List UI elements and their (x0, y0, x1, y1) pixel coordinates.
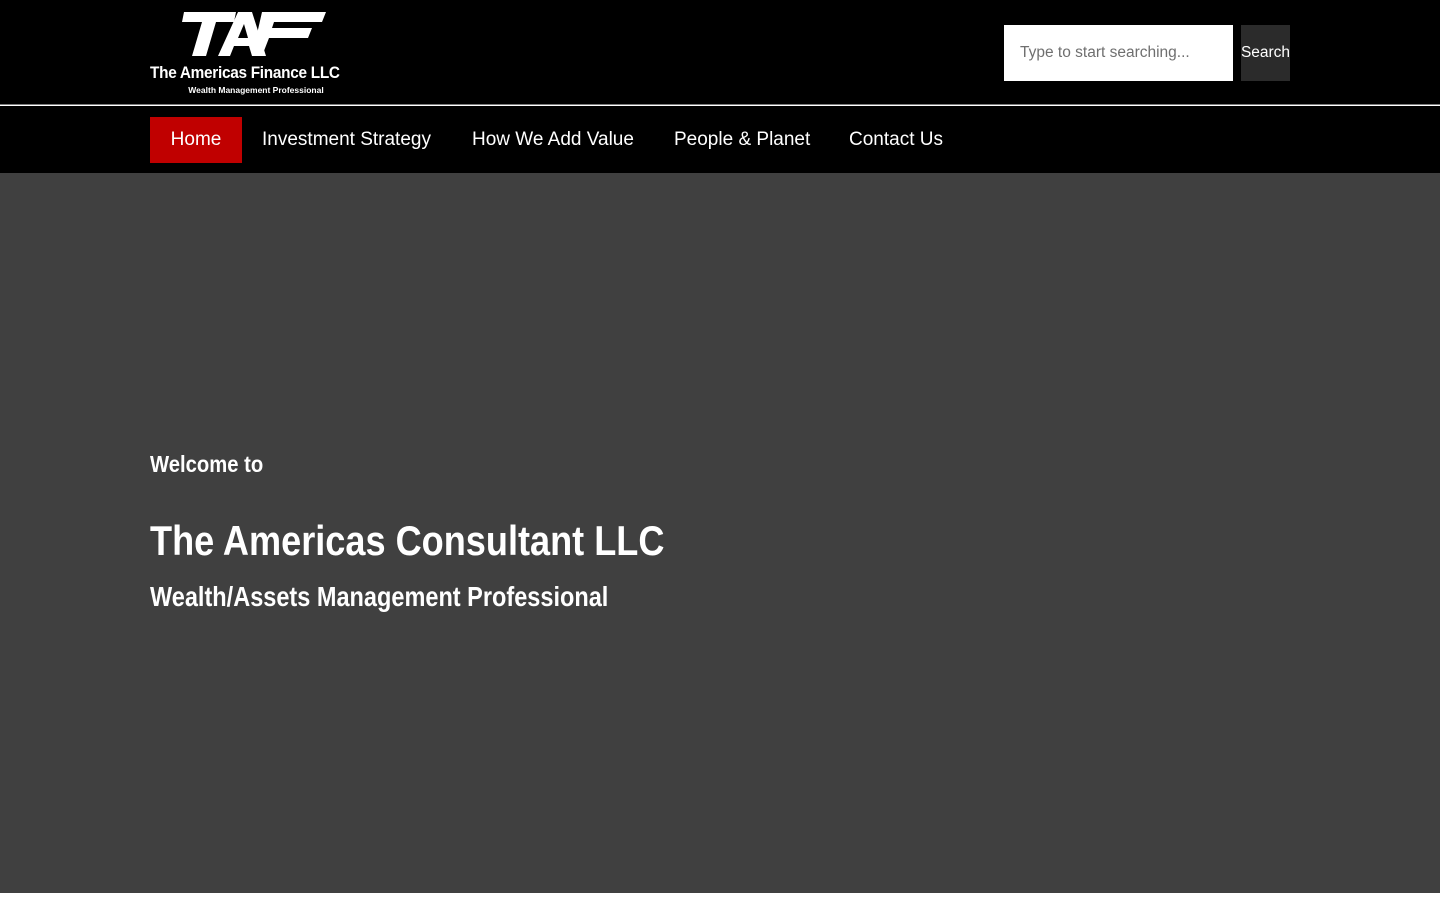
top-header: The Americas Finance LLC Wealth Manageme… (0, 0, 1440, 105)
search-button[interactable]: Search (1241, 25, 1290, 81)
logo-tagline: Wealth Management Professional (188, 85, 324, 95)
logo-company-name: The Americas Finance LLC (150, 64, 340, 82)
nav-item-how-we-add-value[interactable]: How We Add Value (472, 117, 634, 163)
main-navigation: Home Investment Strategy How We Add Valu… (0, 106, 1440, 173)
site-logo[interactable]: The Americas Finance LLC Wealth Manageme… (150, 8, 352, 98)
nav-item-people-and-planet[interactable]: People & Planet (674, 117, 810, 163)
hero-title: The Americas Consultant LLC (150, 517, 665, 564)
taf-logo-mark (182, 12, 326, 56)
hero-section: Welcome to The Americas Consultant LLC W… (0, 173, 1440, 893)
nav-item-home[interactable]: Home (150, 117, 242, 163)
hero-welcome-text: Welcome to (150, 451, 264, 477)
nav-item-contact-us[interactable]: Contact Us (849, 117, 943, 163)
hero-subtitle: Wealth/Assets Management Professional (150, 581, 609, 612)
nav-item-investment-strategy[interactable]: Investment Strategy (262, 117, 431, 163)
search-input[interactable] (1004, 25, 1233, 81)
